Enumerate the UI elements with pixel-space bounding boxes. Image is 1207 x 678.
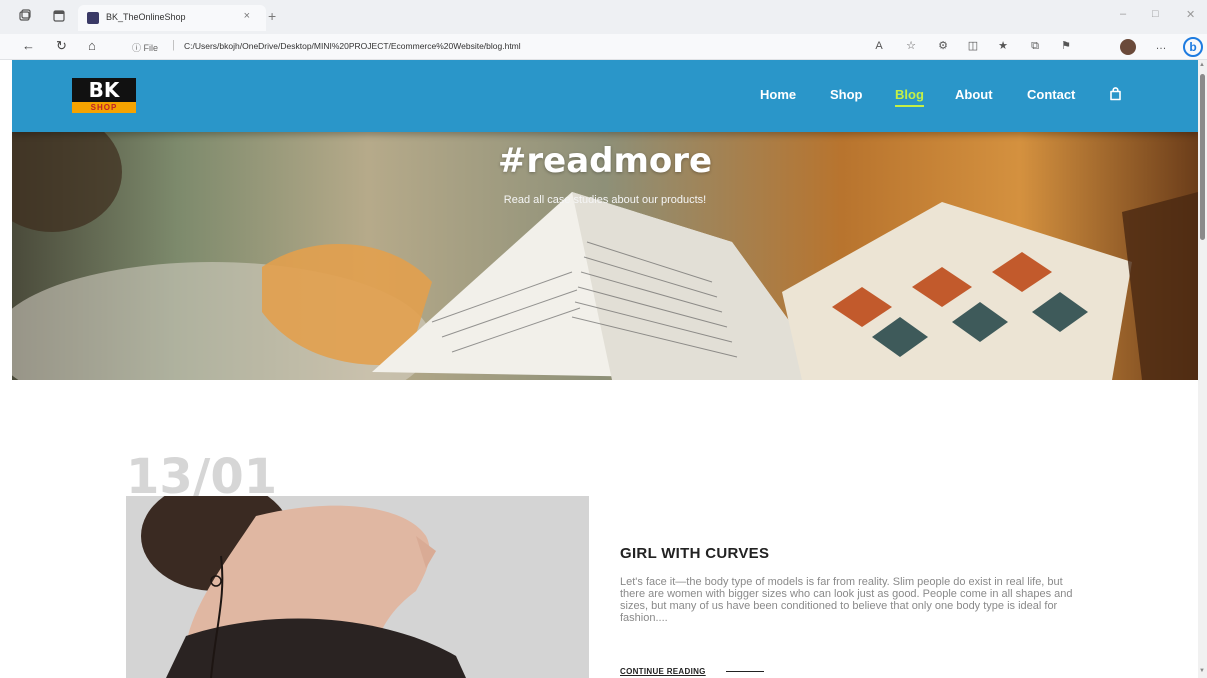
- extension-icon[interactable]: ⚑: [1060, 40, 1072, 52]
- workspaces-icon[interactable]: [18, 9, 32, 23]
- favorites-icon[interactable]: ★: [997, 40, 1009, 52]
- site-logo[interactable]: BK SHOP: [72, 78, 136, 113]
- home-icon[interactable]: ⌂: [88, 38, 96, 53]
- hero-title: #readmore: [497, 141, 713, 181]
- more-options-icon[interactable]: …: [1155, 40, 1167, 52]
- nav-blog[interactable]: Blog: [895, 87, 924, 107]
- nav-about[interactable]: About: [955, 87, 993, 102]
- tab-close-icon[interactable]: ×: [244, 10, 250, 22]
- site-header: BK SHOP Home Shop Blog About Contact: [12, 60, 1198, 132]
- scrollbar-thumb[interactable]: [1200, 74, 1205, 240]
- favorite-star-icon[interactable]: ☆: [905, 40, 917, 52]
- post-excerpt: Let's face it—the body type of models is…: [620, 576, 1073, 624]
- web-page: BK SHOP Home Shop Blog About Contact #re…: [12, 60, 1198, 678]
- logo-text-bk: BK: [88, 78, 120, 102]
- site-favicon-icon: [87, 12, 99, 24]
- scroll-down-icon[interactable]: ▼: [1199, 668, 1205, 674]
- continue-reading-line: [726, 671, 764, 672]
- scroll-up-icon[interactable]: ▲: [1199, 62, 1205, 68]
- nav-shop[interactable]: Shop: [830, 87, 863, 102]
- nav-home[interactable]: Home: [760, 87, 796, 102]
- collections-icon[interactable]: ⧉: [1029, 40, 1041, 52]
- tab-actions-icon[interactable]: [52, 9, 66, 23]
- post-image-woman-profile: [126, 496, 589, 678]
- url-field[interactable]: ⓘ File | C:/Users/bkojh/OneDrive/Desktop…: [122, 37, 892, 57]
- url-separator: |: [172, 39, 175, 51]
- maximize-icon[interactable]: □: [1152, 8, 1159, 20]
- site-info-icon[interactable]: ⓘ File: [132, 41, 158, 54]
- back-icon[interactable]: ←: [22, 38, 35, 53]
- post-date: 13/01: [126, 449, 278, 505]
- minimize-icon[interactable]: –: [1120, 8, 1126, 20]
- read-aloud-icon[interactable]: A: [873, 40, 885, 52]
- extensions-icon[interactable]: ⚙: [937, 40, 949, 52]
- profile-avatar[interactable]: [1120, 39, 1136, 55]
- bing-copilot-icon[interactable]: b: [1183, 37, 1203, 57]
- browser-tab-bar: BK_TheOnlineShop × + – □ ✕: [0, 0, 1207, 34]
- hero-subtitle: Read all case studies about our products…: [503, 194, 707, 206]
- nav-contact[interactable]: Contact: [1027, 87, 1075, 102]
- shopping-bag-icon[interactable]: [1109, 87, 1122, 101]
- page-scrollbar[interactable]: ▲ ▼: [1198, 60, 1207, 678]
- continue-reading-link[interactable]: CONTINUE READING: [620, 667, 706, 676]
- split-screen-icon[interactable]: ◫: [967, 40, 979, 52]
- close-window-icon[interactable]: ✕: [1186, 8, 1195, 21]
- browser-address-bar: ← ↻ ⌂ ⓘ File | C:/Users/bkojh/OneDrive/D…: [0, 34, 1207, 60]
- refresh-icon[interactable]: ↻: [56, 38, 67, 54]
- browser-tab-active[interactable]: BK_TheOnlineShop ×: [78, 5, 266, 31]
- new-tab-icon[interactable]: +: [268, 8, 276, 24]
- post-image[interactable]: [126, 496, 589, 678]
- url-text[interactable]: C:/Users/bkojh/OneDrive/Desktop/MINI%20P…: [184, 41, 521, 51]
- post-title[interactable]: GIRL WITH CURVES: [620, 545, 769, 562]
- hero-banner: #readmore Read all case studies about ou…: [12, 132, 1198, 380]
- logo-text-shop: SHOP: [72, 102, 136, 113]
- tab-title: BK_TheOnlineShop: [106, 12, 186, 22]
